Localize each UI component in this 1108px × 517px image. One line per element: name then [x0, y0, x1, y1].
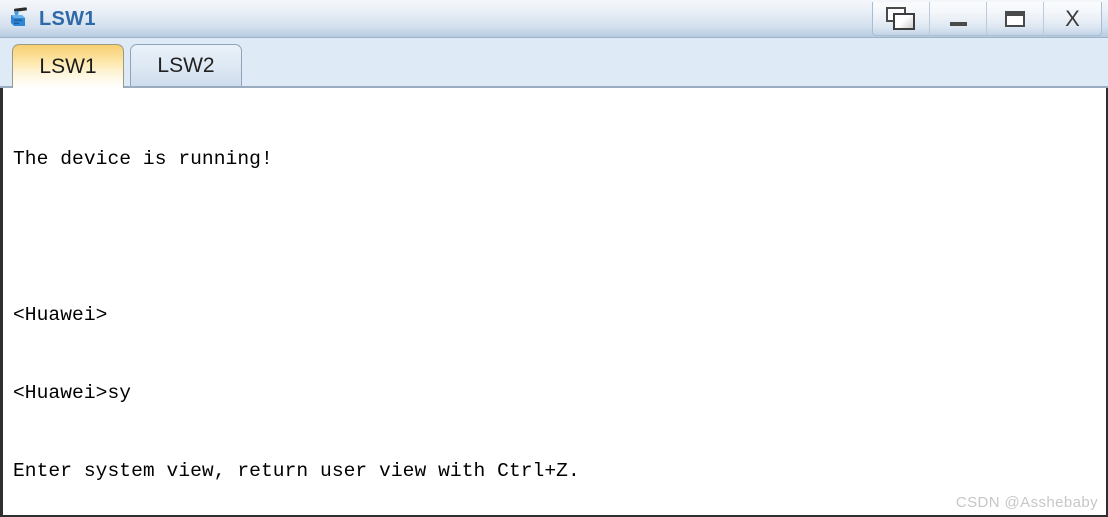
minimize-button[interactable] [930, 2, 987, 35]
watermark: CSDN @Asshebaby [955, 494, 1098, 511]
tab-lsw2[interactable]: LSW2 [130, 44, 242, 86]
terminal-line: Enter system view, return user view with… [13, 460, 580, 482]
terminal-panel[interactable]: The device is running! <Huawei> <Huawei>… [0, 88, 1108, 517]
close-button[interactable]: X [1044, 2, 1101, 35]
title-bar-left: LSW1 [0, 6, 96, 31]
terminal-line: <Huawei> [13, 304, 108, 326]
maximize-button[interactable] [987, 2, 1044, 35]
terminal-output: The device is running! <Huawei> <Huawei>… [3, 88, 1106, 515]
terminal-line: <Huawei>sy [13, 382, 132, 404]
tab-lsw2-label: LSW2 [157, 53, 215, 77]
window-controls: X [872, 2, 1102, 36]
device-tab-bar: LSW1 LSW2 [0, 38, 1108, 88]
close-icon: X [1065, 5, 1080, 31]
cascade-windows-button[interactable] [873, 2, 930, 35]
maximize-icon [1005, 10, 1025, 27]
switch-device-icon [8, 6, 32, 31]
minimize-icon [949, 21, 967, 26]
tab-lsw1-label: LSW1 [39, 54, 97, 78]
cascade-windows-icon [886, 6, 916, 31]
remote-terminal-window: LSW1 X LSW1 LSW2 The device is running! … [0, 0, 1108, 517]
title-bar: LSW1 X [0, 0, 1108, 38]
tab-lsw1[interactable]: LSW1 [12, 44, 124, 88]
terminal-line: The device is running! [13, 148, 273, 170]
window-title: LSW1 [39, 7, 96, 30]
